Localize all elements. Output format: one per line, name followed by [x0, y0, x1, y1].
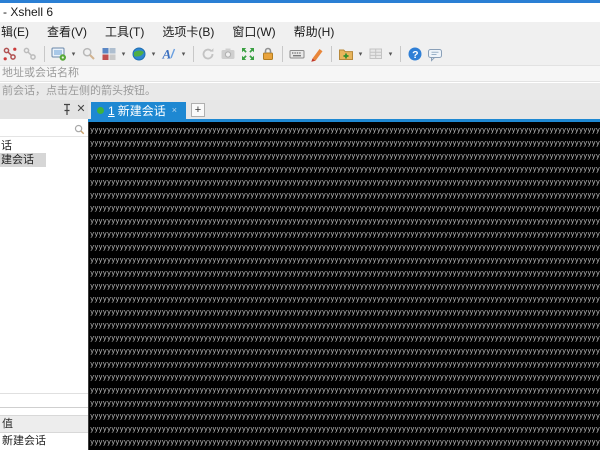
- terminal-row: yyyyyyyyyyyyyyyyyyyyyyyyyyyyyyyyyyyyyyyy…: [90, 332, 600, 345]
- find-icon: [80, 45, 98, 63]
- terminal-row: yyyyyyyyyyyyyyyyyyyyyyyyyyyyyyyyyyyyyyyy…: [90, 137, 600, 150]
- terminal-row: yyyyyyyyyyyyyyyyyyyyyyyyyyyyyyyyyyyyyyyy…: [90, 319, 600, 332]
- panel-close-icon[interactable]: ✕: [75, 101, 87, 117]
- session-tree: 话建会话: [0, 139, 88, 167]
- terminal-screen[interactable]: yyyyyyyyyyyyyyyyyyyyyyyyyyyyyyyyyyyyyyyy…: [88, 122, 600, 450]
- menu-item-5[interactable]: 帮助(H): [285, 22, 344, 42]
- virtual-keyboard-icon[interactable]: [288, 45, 306, 63]
- menu-item-2[interactable]: 工具(T): [96, 22, 153, 42]
- help-icon[interactable]: ?: [406, 45, 424, 63]
- tab-close-icon[interactable]: ×: [172, 102, 177, 119]
- terminal-row: yyyyyyyyyyyyyyyyyyyyyyyyyyyyyyyyyyyyyyyy…: [90, 280, 600, 293]
- terminal-row: yyyyyyyyyyyyyyyyyyyyyyyyyyyyyyyyyyyyyyyy…: [90, 215, 600, 228]
- terminal-row: yyyyyyyyyyyyyyyyyyyyyyyyyyyyyyyyyyyyyyyy…: [90, 228, 600, 241]
- terminal-row: yyyyyyyyyyyyyyyyyyyyyyyyyyyyyyyyyyyyyyyy…: [90, 436, 600, 449]
- toolbar-separator: [400, 46, 401, 62]
- terminal-row: yyyyyyyyyyyyyyyyyyyyyyyyyyyyyyyyyyyyyyyy…: [90, 397, 600, 410]
- toolbar-separator: [331, 46, 332, 62]
- title-bar[interactable]: - Xshell 6: [0, 3, 600, 22]
- terminal-row: yyyyyyyyyyyyyyyyyyyyyyyyyyyyyyyyyyyyyyyy…: [90, 423, 600, 436]
- window-title: - Xshell 6: [3, 5, 53, 19]
- terminal-row: yyyyyyyyyyyyyyyyyyyyyyyyyyyyyyyyyyyyyyyy…: [90, 202, 600, 215]
- screen-capture-icon: [219, 45, 237, 63]
- tab-bar: ✕ 1 新建会话 × +: [0, 100, 600, 119]
- address-hint-bar: 前会话，点击左侧的箭头按钮。: [0, 83, 600, 100]
- reconnect-icon: [199, 45, 217, 63]
- address-bar-input[interactable]: 地址或会话名称: [0, 66, 600, 82]
- properties-header-value: 值: [0, 415, 88, 433]
- new-file-transfer-dropdown-arrow[interactable]: ▾: [356, 50, 365, 58]
- feedback-icon[interactable]: [426, 45, 444, 63]
- menu-bar: 辑(E)查看(V)工具(T)选项卡(B)窗口(W)帮助(H): [0, 22, 600, 42]
- new-file-transfer-icon[interactable]: [337, 45, 355, 63]
- new-tab-button[interactable]: +: [191, 103, 205, 117]
- connect-icon[interactable]: [1, 45, 19, 63]
- session-tree-item-0[interactable]: 话: [0, 139, 88, 153]
- menu-item-4[interactable]: 窗口(W): [223, 22, 284, 42]
- highlight-pen-icon[interactable]: [308, 45, 326, 63]
- terminal-row: yyyyyyyyyyyyyyyyyyyyyyyyyyyyyyyyyyyyyyyy…: [90, 189, 600, 202]
- transfer-queue-icon: [367, 45, 385, 63]
- terminal-row: yyyyyyyyyyyyyyyyyyyyyyyyyyyyyyyyyyyyyyyy…: [90, 124, 600, 137]
- session-search-input[interactable]: [0, 122, 88, 137]
- session-properties-dropdown-arrow[interactable]: ▾: [69, 50, 78, 58]
- toolbar-separator: [193, 46, 194, 62]
- encoding-globe-icon[interactable]: [130, 45, 148, 63]
- session-manager-panel: 话建会话 值 新建会话: [0, 122, 88, 450]
- svg-text:?: ?: [412, 48, 418, 60]
- encoding-globe-dropdown-arrow[interactable]: ▾: [149, 50, 158, 58]
- terminal-row: yyyyyyyyyyyyyyyyyyyyyyyyyyyyyyyyyyyyyyyy…: [90, 306, 600, 319]
- terminal-row: yyyyyyyyyyyyyyyyyyyyyyyyyyyyyyyyyyyyyyyy…: [90, 371, 600, 384]
- session-properties-icon[interactable]: [50, 45, 68, 63]
- terminal-row: yyyyyyyyyyyyyyyyyyyyyyyyyyyyyyyyyyyyyyyy…: [90, 384, 600, 397]
- lock-screen-icon[interactable]: [259, 45, 277, 63]
- menu-item-0[interactable]: 辑(E): [0, 22, 38, 42]
- terminal-row: yyyyyyyyyyyyyyyyyyyyyyyyyyyyyyyyyyyyyyyy…: [90, 150, 600, 163]
- toolbar: ▾ ▾ ▾ A ▾ ▾ ▾?: [0, 42, 600, 66]
- font-icon[interactable]: A: [160, 45, 178, 63]
- fullscreen-icon[interactable]: [239, 45, 257, 63]
- terminal-row: yyyyyyyyyyyyyyyyyyyyyyyyyyyyyyyyyyyyyyyy…: [90, 241, 600, 254]
- disconnect-icon: [21, 45, 39, 63]
- menu-item-3[interactable]: 选项卡(B): [153, 22, 223, 42]
- pin-icon[interactable]: [62, 103, 72, 116]
- terminal-row: yyyyyyyyyyyyyyyyyyyyyyyyyyyyyyyyyyyyyyyy…: [90, 358, 600, 371]
- tab-new-session[interactable]: 1 新建会话 ×: [91, 102, 186, 119]
- svg-text:A: A: [162, 46, 172, 61]
- tab-title: 新建会话: [118, 102, 166, 119]
- layout-icon[interactable]: [100, 45, 118, 63]
- panel-divider: [0, 407, 88, 408]
- panel-divider: [0, 393, 88, 394]
- sidebar-panel-header: ✕: [0, 100, 88, 119]
- layout-dropdown-arrow[interactable]: ▾: [119, 50, 128, 58]
- menu-item-1[interactable]: 查看(V): [38, 22, 96, 42]
- session-tree-item-1[interactable]: 建会话: [0, 153, 46, 167]
- terminal-row: yyyyyyyyyyyyyyyyyyyyyyyyyyyyyyyyyyyyyyyy…: [90, 410, 600, 423]
- toolbar-separator: [44, 46, 45, 62]
- toolbar-separator: [282, 46, 283, 62]
- search-icon: [74, 124, 85, 135]
- terminal-row: yyyyyyyyyyyyyyyyyyyyyyyyyyyyyyyyyyyyyyyy…: [90, 345, 600, 358]
- address-hint-text: 前会话，点击左侧的箭头按钮。: [2, 85, 156, 97]
- terminal-row: yyyyyyyyyyyyyyyyyyyyyyyyyyyyyyyyyyyyyyyy…: [90, 163, 600, 176]
- terminal-row: yyyyyyyyyyyyyyyyyyyyyyyyyyyyyyyyyyyyyyyy…: [90, 293, 600, 306]
- terminal-row: yyyyyyyyyyyyyyyyyyyyyyyyyyyyyyyyyyyyyyyy…: [90, 176, 600, 189]
- address-placeholder: 地址或会话名称: [2, 67, 79, 79]
- terminal-row: yyyyyyyyyyyyyyyyyyyyyyyyyyyyyyyyyyyyyyyy…: [90, 254, 600, 267]
- transfer-queue-dropdown-arrow[interactable]: ▾: [386, 50, 395, 58]
- properties-row[interactable]: 新建会话: [0, 433, 88, 449]
- terminal-row: yyyyyyyyyyyyyyyyyyyyyyyyyyyyyyyyyyyyyyyy…: [90, 267, 600, 280]
- tab-number: 1: [108, 104, 115, 118]
- font-dropdown-arrow[interactable]: ▾: [179, 50, 188, 58]
- connected-indicator-icon: [97, 107, 104, 114]
